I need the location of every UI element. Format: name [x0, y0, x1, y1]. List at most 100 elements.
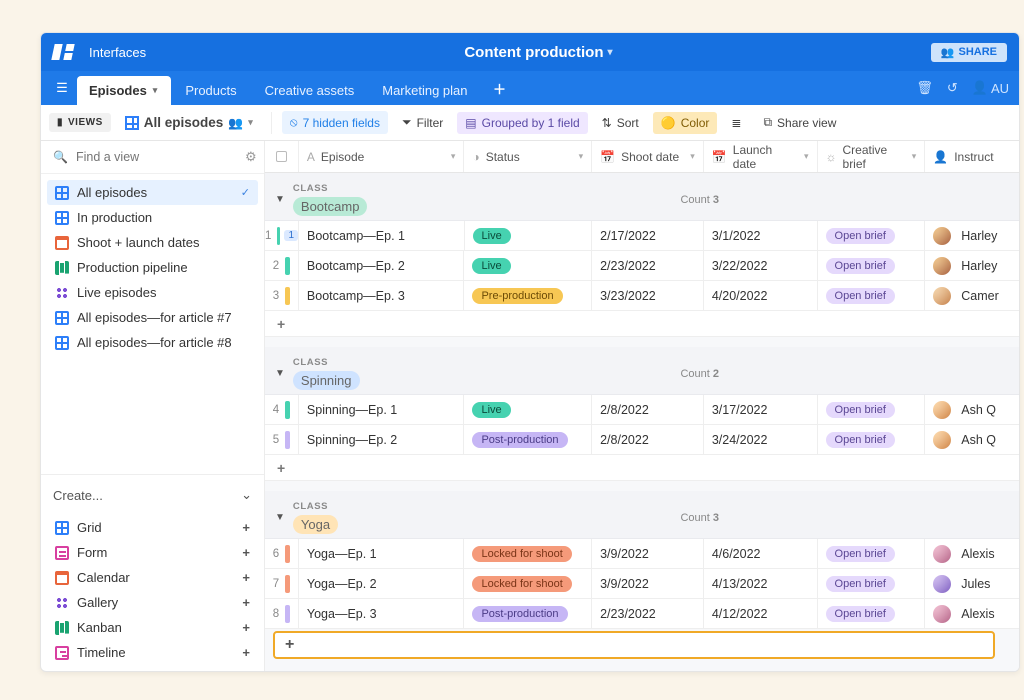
- cell-instructor[interactable]: Harley: [925, 251, 1019, 280]
- cell-episode[interactable]: Yoga—Ep. 2: [299, 569, 465, 598]
- cell-launch-date[interactable]: 3/17/2022: [704, 395, 818, 424]
- cell-shoot-date[interactable]: 2/8/2022: [592, 395, 704, 424]
- sidebar-view-item[interactable]: Shoot + launch dates: [47, 230, 258, 255]
- cell-status[interactable]: Locked for shoot: [464, 539, 592, 568]
- cell-launch-date[interactable]: 4/6/2022: [704, 539, 818, 568]
- base-title[interactable]: Content production ▾: [162, 44, 915, 61]
- cell-shoot-date[interactable]: 2/23/2022: [592, 251, 704, 280]
- tab-products[interactable]: Products: [173, 76, 250, 105]
- cell-status[interactable]: Post-production: [464, 599, 592, 628]
- cell-instructor[interactable]: Ash Q: [925, 395, 1019, 424]
- cell-launch-date[interactable]: 3/24/2022: [704, 425, 818, 454]
- create-form-item[interactable]: Form+: [47, 540, 258, 565]
- cell-instructor[interactable]: Camer: [925, 281, 1019, 310]
- column-instructor[interactable]: 👤Instruct: [925, 141, 1019, 172]
- cell-creative-brief[interactable]: Open brief: [818, 221, 926, 250]
- group-button[interactable]: ▤Grouped by 1 field: [457, 112, 587, 134]
- sidebar-view-item[interactable]: All episodes✓: [47, 180, 258, 205]
- table-row[interactable]: 8 Yoga—Ep. 3 Post-production 2/23/2022 4…: [265, 599, 1019, 629]
- add-row-button[interactable]: +: [265, 311, 1019, 337]
- cell-episode[interactable]: Spinning—Ep. 1: [299, 395, 465, 424]
- table-row[interactable]: 5 Spinning—Ep. 2 Post-production 2/8/202…: [265, 425, 1019, 455]
- create-kanban-item[interactable]: Kanban+: [47, 615, 258, 640]
- column-launch-date[interactable]: 📅Launch date▾: [704, 141, 818, 172]
- cell-status[interactable]: Post-production: [464, 425, 592, 454]
- current-view-button[interactable]: All episodes 👥 ▾: [117, 111, 261, 134]
- history-icon[interactable]: ↺: [947, 80, 958, 96]
- column-shoot-date[interactable]: 📅Shoot date▾: [592, 141, 704, 172]
- share-view-button[interactable]: ⧉Share view: [755, 111, 844, 134]
- cell-episode[interactable]: Bootcamp—Ep. 1: [299, 221, 465, 250]
- create-gallery-item[interactable]: Gallery+: [47, 590, 258, 615]
- cell-shoot-date[interactable]: 3/9/2022: [592, 539, 704, 568]
- trash-icon[interactable]: 🗑: [916, 80, 933, 96]
- table-row[interactable]: 6 Yoga—Ep. 1 Locked for shoot 3/9/2022 4…: [265, 539, 1019, 569]
- group-header[interactable]: ▼ CLASS Yoga Count 3: [265, 491, 1019, 539]
- table-row[interactable]: 3 Bootcamp—Ep. 3 Pre-production 3/23/202…: [265, 281, 1019, 311]
- create-section-header[interactable]: Create... ⌄: [41, 481, 264, 509]
- add-row-button[interactable]: +: [273, 631, 995, 659]
- cell-launch-date[interactable]: 3/22/2022: [704, 251, 818, 280]
- sidebar-view-item[interactable]: All episodes—for article #8: [47, 330, 258, 355]
- cell-launch-date[interactable]: 3/1/2022: [704, 221, 818, 250]
- cell-episode[interactable]: Bootcamp—Ep. 3: [299, 281, 465, 310]
- cell-status[interactable]: Live: [464, 395, 592, 424]
- cell-creative-brief[interactable]: Open brief: [818, 539, 926, 568]
- cell-episode[interactable]: Yoga—Ep. 3: [299, 599, 465, 628]
- column-status[interactable]: ◑Status▾: [464, 141, 592, 172]
- cell-status[interactable]: Live: [465, 221, 593, 250]
- cell-launch-date[interactable]: 4/12/2022: [704, 599, 818, 628]
- views-button[interactable]: ▮ VIEWS: [49, 113, 111, 132]
- sidebar-view-item[interactable]: All episodes—for article #7: [47, 305, 258, 330]
- cell-status[interactable]: Pre-production: [464, 281, 592, 310]
- table-row[interactable]: 2 Bootcamp—Ep. 2 Live 2/23/2022 3/22/202…: [265, 251, 1019, 281]
- cell-launch-date[interactable]: 4/20/2022: [704, 281, 818, 310]
- table-row[interactable]: 11 Bootcamp—Ep. 1 Live 2/17/2022 3/1/202…: [265, 221, 1019, 251]
- tab-creative-assets[interactable]: Creative assets: [253, 76, 369, 105]
- view-search-input[interactable]: [76, 150, 237, 164]
- cell-instructor[interactable]: Alexis: [925, 539, 1019, 568]
- select-all-column[interactable]: [265, 141, 299, 172]
- add-table-button[interactable]: ＋: [490, 78, 510, 98]
- cell-instructor[interactable]: Alexis: [925, 599, 1019, 628]
- cell-creative-brief[interactable]: Open brief: [818, 395, 926, 424]
- cell-status[interactable]: Locked for shoot: [464, 569, 592, 598]
- group-header[interactable]: ▼ CLASS Spinning Count 2: [265, 347, 1019, 395]
- create-calendar-item[interactable]: Calendar+: [47, 565, 258, 590]
- cell-creative-brief[interactable]: Open brief: [818, 281, 926, 310]
- hidden-fields-button[interactable]: ⦸7 hidden fields: [282, 111, 388, 134]
- group-header[interactable]: ▼ CLASS Bootcamp Count 3: [265, 173, 1019, 221]
- tab-episodes[interactable]: Episodes▾: [77, 76, 171, 105]
- sort-button[interactable]: ⇅Sort: [594, 112, 647, 134]
- column-episode[interactable]: AEpisode▾: [299, 141, 465, 172]
- create-timeline-item[interactable]: Timeline+: [47, 640, 258, 665]
- create-grid-item[interactable]: Grid+: [47, 515, 258, 540]
- cell-shoot-date[interactable]: 2/17/2022: [592, 221, 704, 250]
- tab-marketing-plan[interactable]: Marketing plan: [370, 76, 481, 105]
- gear-icon[interactable]: ⚙: [245, 149, 257, 165]
- table-row[interactable]: 4 Spinning—Ep. 1 Live 2/8/2022 3/17/2022…: [265, 395, 1019, 425]
- cell-instructor[interactable]: Ash Q: [925, 425, 1019, 454]
- cell-shoot-date[interactable]: 3/9/2022: [592, 569, 704, 598]
- sidebar-view-item[interactable]: Live episodes: [47, 280, 258, 305]
- cell-instructor[interactable]: Jules: [925, 569, 1019, 598]
- cell-creative-brief[interactable]: Open brief: [818, 599, 926, 628]
- cell-instructor[interactable]: Harley: [925, 221, 1019, 250]
- sidebar-view-item[interactable]: In production: [47, 205, 258, 230]
- cell-launch-date[interactable]: 4/13/2022: [704, 569, 818, 598]
- cell-shoot-date[interactable]: 2/23/2022: [592, 599, 704, 628]
- row-height-button[interactable]: ≣: [723, 112, 749, 134]
- interfaces-link[interactable]: Interfaces: [89, 45, 146, 60]
- cell-episode[interactable]: Yoga—Ep. 1: [299, 539, 465, 568]
- user-menu[interactable]: 👤AU: [972, 80, 1009, 96]
- cell-shoot-date[interactable]: 2/8/2022: [592, 425, 704, 454]
- sidebar-view-item[interactable]: Production pipeline: [47, 255, 258, 280]
- add-row-button[interactable]: +: [265, 455, 1019, 481]
- table-row[interactable]: 7 Yoga—Ep. 2 Locked for shoot 3/9/2022 4…: [265, 569, 1019, 599]
- hamburger-icon[interactable]: ☰: [49, 75, 75, 101]
- color-button[interactable]: 🟡Color: [653, 112, 718, 134]
- cell-creative-brief[interactable]: Open brief: [818, 251, 926, 280]
- cell-creative-brief[interactable]: Open brief: [818, 425, 926, 454]
- cell-episode[interactable]: Spinning—Ep. 2: [299, 425, 465, 454]
- cell-episode[interactable]: Bootcamp—Ep. 2: [299, 251, 465, 280]
